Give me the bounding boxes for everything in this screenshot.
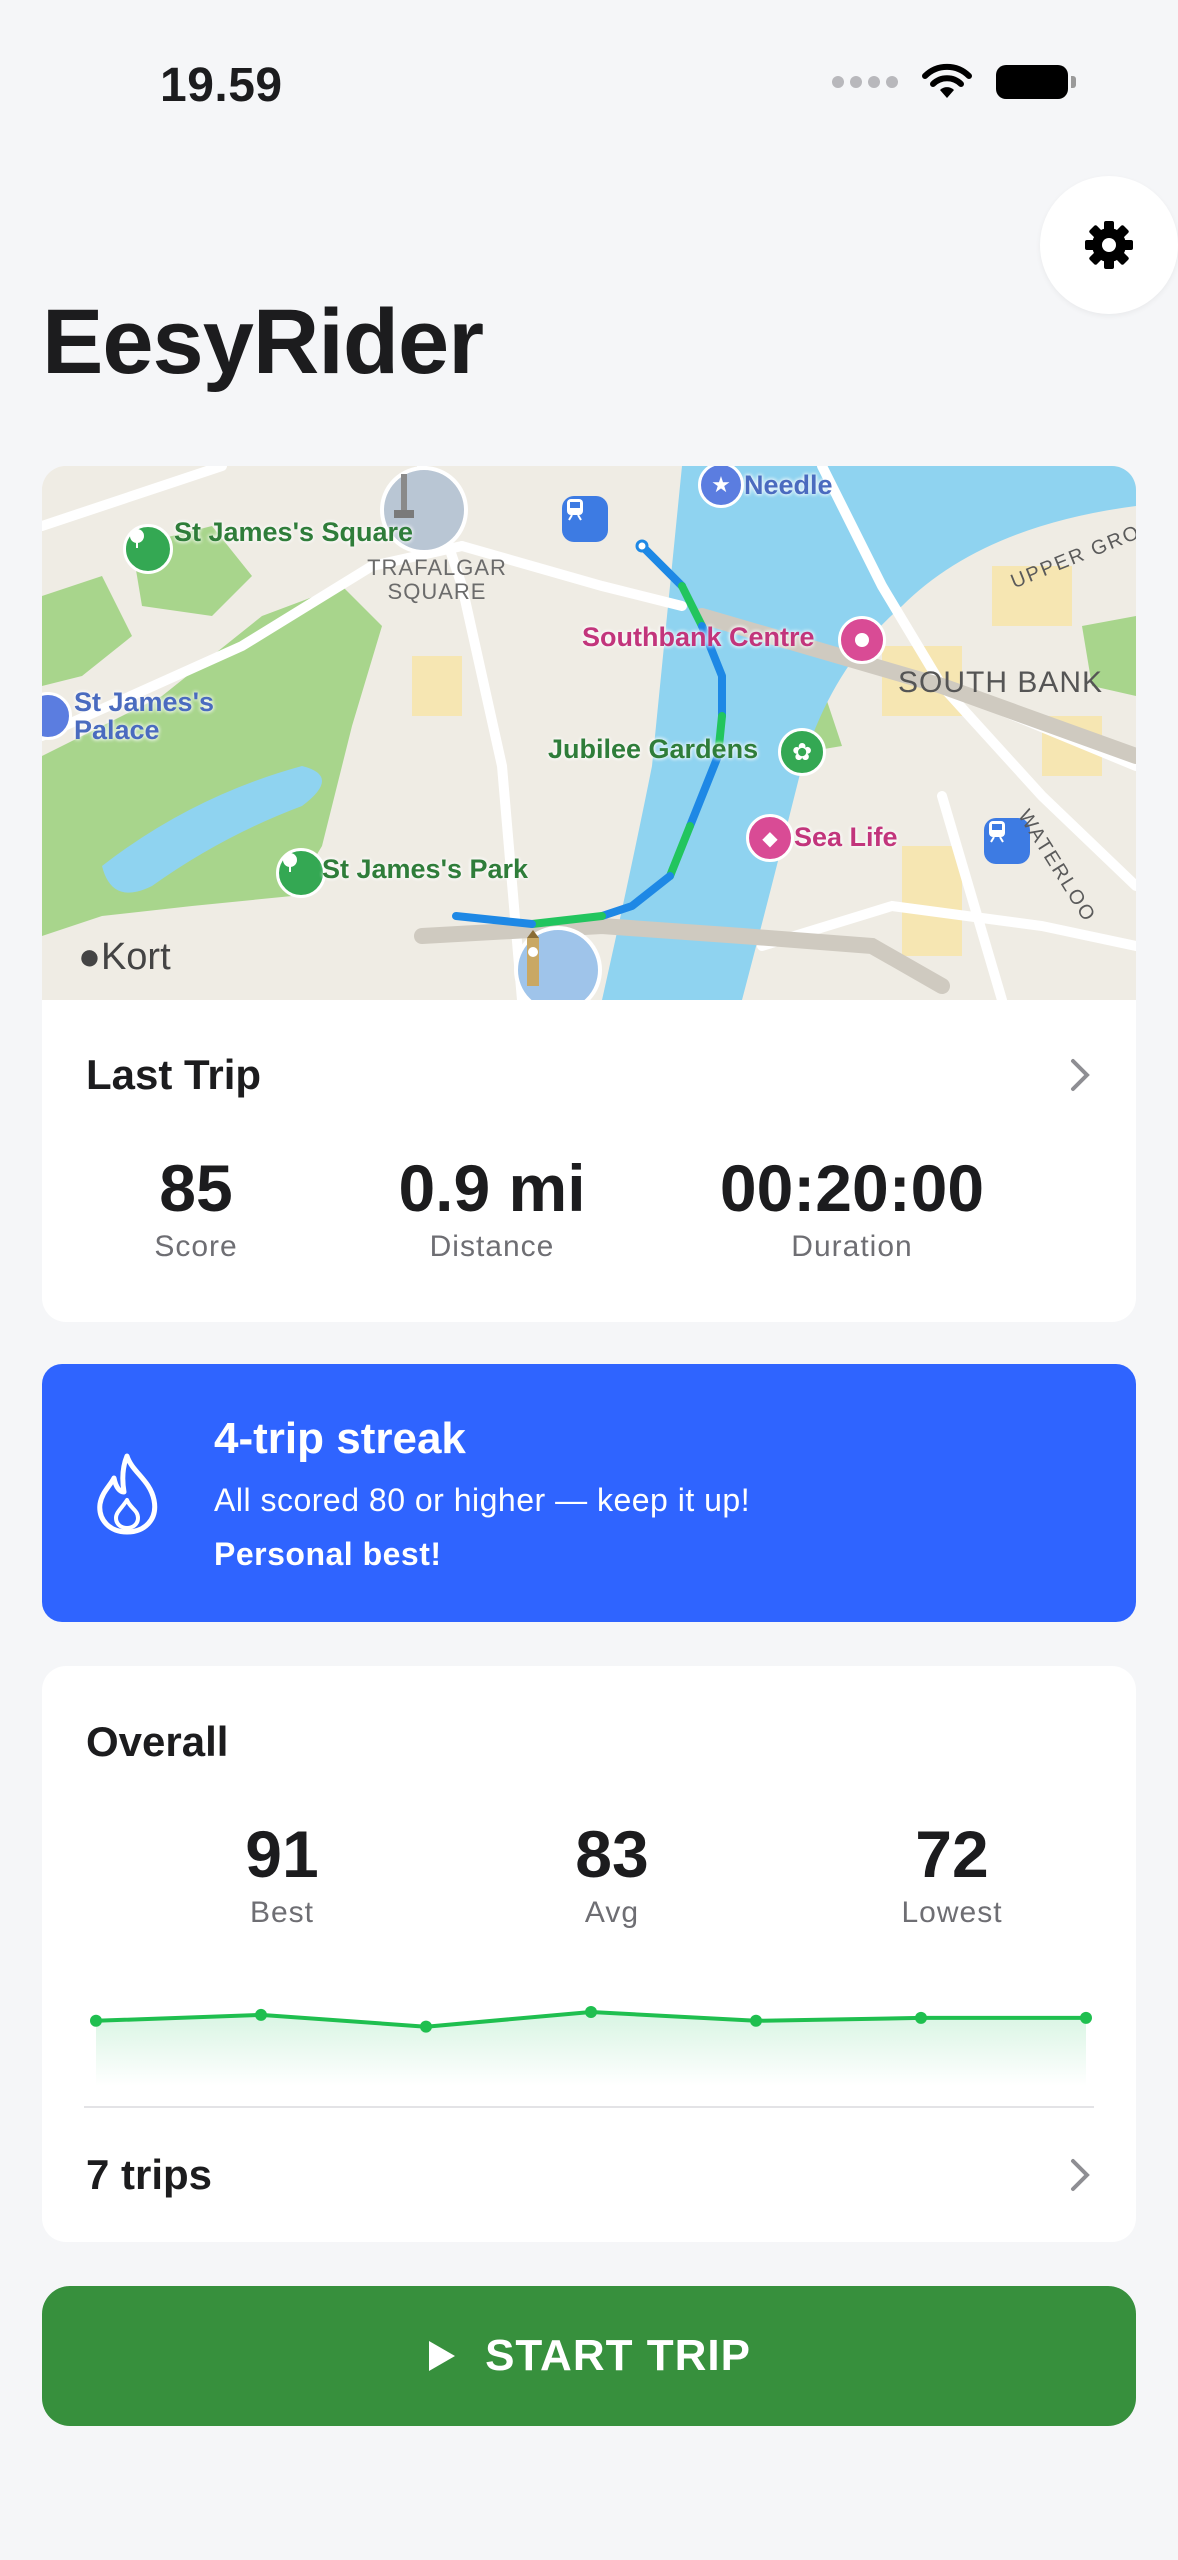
score-stat: 85 Score bbox=[126, 1150, 266, 1264]
map-label-st-james-square: St James's Square bbox=[174, 517, 414, 547]
map-label-southbank-centre: Southbank Centre bbox=[582, 622, 815, 652]
duration-value: 00:20:00 bbox=[719, 1151, 985, 1225]
app-title: EesyRider bbox=[42, 291, 484, 393]
sparkline-point bbox=[1080, 2011, 1092, 2024]
distance-value: 0.9 mi bbox=[398, 1151, 586, 1225]
avg-label: Avg bbox=[584, 1896, 640, 1929]
park-pin-icon[interactable] bbox=[276, 848, 326, 898]
garden-pin-icon[interactable]: ✿ bbox=[778, 728, 826, 776]
apple-icon: ● bbox=[78, 936, 101, 978]
last-trip-header[interactable]: Last Trip bbox=[42, 1000, 1136, 1150]
sparkline-point bbox=[585, 2006, 597, 2018]
park-pin-icon[interactable] bbox=[123, 524, 173, 574]
best-stat: 91 Best bbox=[182, 1816, 382, 1930]
duration-stat: 00:20:00 Duration bbox=[682, 1150, 1022, 1264]
lowest-value: 72 bbox=[915, 1817, 989, 1891]
aquarium-pin-icon[interactable]: ◆ bbox=[746, 814, 794, 862]
map-attribution: ●Kort bbox=[78, 936, 171, 979]
map-label-needle: Needle bbox=[744, 470, 833, 500]
wifi-icon bbox=[922, 63, 972, 98]
overall-card: Overall 91 Best 83 Avg 72 Lowest 7 trips bbox=[42, 1666, 1136, 2242]
last-trip-title: Last Trip bbox=[86, 1051, 262, 1098]
map-label-st-james-palace: St James's Palace bbox=[74, 687, 215, 745]
status-time: 19.59 bbox=[160, 59, 283, 112]
sparkline-point bbox=[420, 2020, 432, 2033]
start-trip-button[interactable]: START TRIP bbox=[42, 2286, 1136, 2426]
map-label-south-bank: SOUTH BANK bbox=[898, 666, 1104, 699]
streak-subtitle: All scored 80 or higher — keep it up! bbox=[214, 1482, 751, 1518]
settings-button[interactable] bbox=[1040, 176, 1178, 314]
map-label-trafalgar: TRAFALGAR SQUARE bbox=[367, 555, 507, 604]
gear-icon bbox=[1085, 221, 1133, 269]
map-label-sea-life: Sea Life bbox=[794, 822, 898, 852]
start-trip-label: START TRIP bbox=[485, 2331, 751, 2380]
flame-icon bbox=[97, 1453, 158, 1535]
distance-stat: 0.9 mi Distance bbox=[342, 1150, 642, 1264]
streak-banner: 4-trip streak All scored 80 or higher — … bbox=[42, 1364, 1136, 1622]
best-value: 91 bbox=[245, 1817, 319, 1891]
streak-badge: Personal best! bbox=[214, 1536, 442, 1572]
sparkline-point bbox=[750, 2014, 762, 2027]
cellular-signal-icon bbox=[832, 76, 898, 88]
sparkline-point bbox=[90, 2014, 102, 2027]
streak-title: 4-trip streak bbox=[214, 1414, 466, 1463]
map-label-st-james-park: St James's Park bbox=[322, 854, 529, 884]
last-trip-stats: 85 Score 0.9 mi Distance 00:20:00 Durati… bbox=[42, 1150, 1136, 1290]
duration-label: Duration bbox=[791, 1230, 913, 1263]
lowest-label: Lowest bbox=[901, 1896, 1003, 1929]
map-label-jubilee-gardens: Jubilee Gardens bbox=[548, 734, 759, 764]
chevron-right-icon bbox=[1071, 1059, 1090, 1091]
sparkline-point bbox=[915, 2011, 927, 2024]
battery-icon bbox=[996, 65, 1076, 99]
lowest-stat: 72 Lowest bbox=[842, 1816, 1062, 1930]
trips-row[interactable]: 7 trips bbox=[42, 2108, 1136, 2242]
status-icons bbox=[832, 62, 1076, 102]
score-value: 85 bbox=[159, 1151, 233, 1225]
play-icon bbox=[429, 2341, 456, 2371]
chevron-right-icon bbox=[1071, 2159, 1090, 2191]
score-sparkline-chart bbox=[90, 2006, 1092, 2086]
trips-count: 7 trips bbox=[86, 2151, 213, 2198]
distance-label: Distance bbox=[429, 1230, 555, 1263]
avg-value: 83 bbox=[575, 1817, 649, 1891]
map-attribution-text: Kort bbox=[100, 936, 171, 978]
sparkline-point bbox=[255, 2008, 267, 2021]
train-station-icon[interactable] bbox=[562, 496, 608, 542]
last-trip-card[interactable]: ★ ✿ ◆ St James's Square TRAFALGAR SQUARE… bbox=[42, 466, 1136, 1322]
avg-stat: 83 Avg bbox=[512, 1816, 712, 1930]
score-label: Score bbox=[154, 1230, 238, 1263]
trip-map[interactable]: ★ ✿ ◆ St James's Square TRAFALGAR SQUARE… bbox=[42, 466, 1136, 1000]
poi-pin-icon[interactable] bbox=[838, 616, 886, 664]
sparkline-area bbox=[96, 2012, 1086, 2086]
best-label: Best bbox=[249, 1896, 315, 1929]
overall-title: Overall bbox=[86, 1718, 229, 1765]
